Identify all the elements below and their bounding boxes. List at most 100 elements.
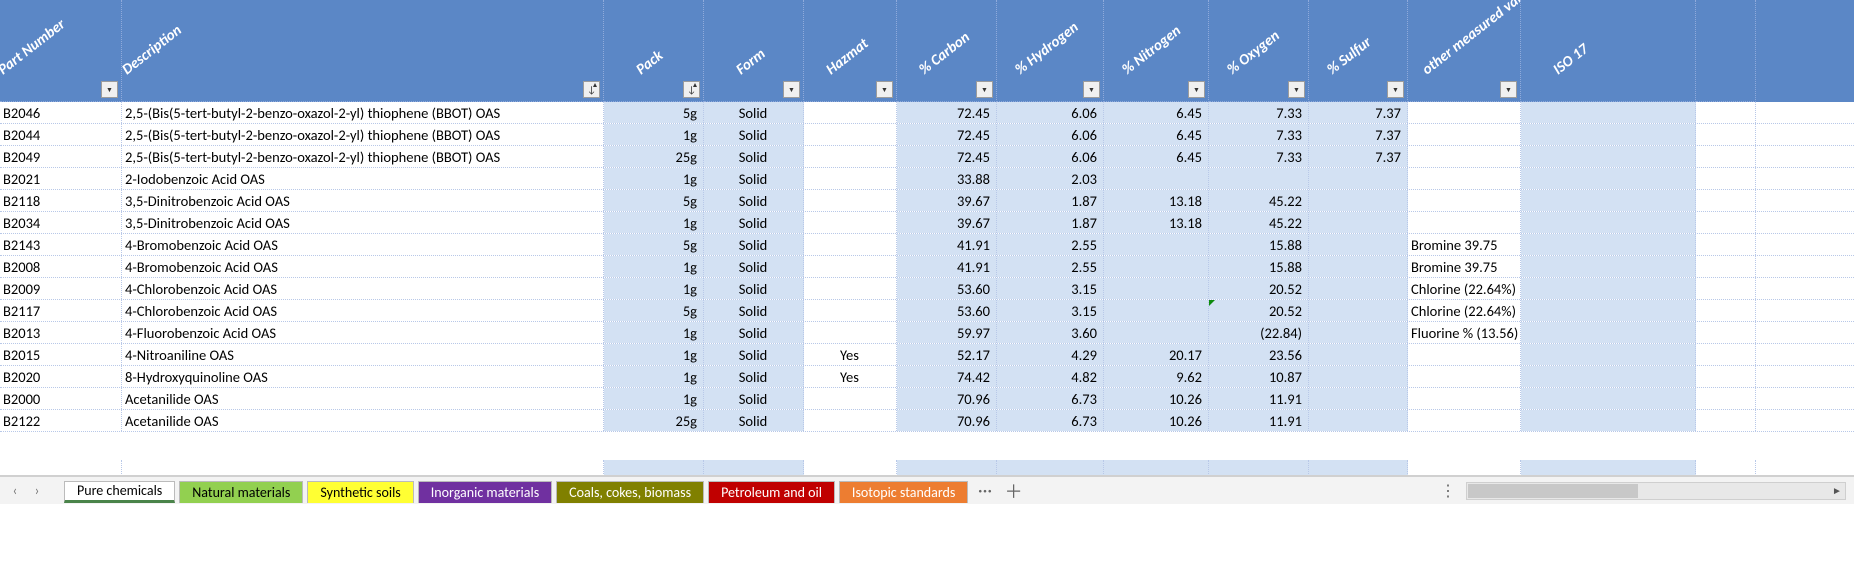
cell-part[interactable]: B2049 bbox=[0, 146, 122, 167]
cell-desc[interactable]: 4-Bromobenzoic Acid OAS bbox=[122, 256, 604, 277]
cell-blank[interactable] bbox=[1521, 388, 1696, 409]
cell-desc[interactable]: 3,5-Dinitrobenzoic Acid OAS bbox=[122, 212, 604, 233]
cell-carbon[interactable]: 70.96 bbox=[897, 388, 997, 409]
cell-hazmat[interactable]: Yes bbox=[804, 366, 897, 387]
cell-other[interactable]: Chlorine (22.64%) bbox=[1408, 300, 1521, 321]
cell-part[interactable]: B2118 bbox=[0, 190, 122, 211]
cell-hazmat[interactable] bbox=[804, 146, 897, 167]
cell-oxygen[interactable]: 7.33 bbox=[1209, 146, 1309, 167]
cell-oxygen[interactable]: 11.91 bbox=[1209, 410, 1309, 431]
cell-blank[interactable] bbox=[1521, 124, 1696, 145]
cell-carbon[interactable]: 39.67 bbox=[897, 212, 997, 233]
table-row[interactable]: B20134-Fluorobenzoic Acid OAS1gSolid59.9… bbox=[0, 322, 1854, 344]
table-row[interactable]: B2000Acetanilide OAS1gSolid70.966.7310.2… bbox=[0, 388, 1854, 410]
cell-part[interactable]: B2015 bbox=[0, 344, 122, 365]
cell-hazmat[interactable]: Yes bbox=[804, 344, 897, 365]
cell-carbon[interactable]: 41.91 bbox=[897, 256, 997, 277]
cell-nitrogen[interactable]: 13.18 bbox=[1104, 212, 1209, 233]
cell-carbon[interactable]: 52.17 bbox=[897, 344, 997, 365]
cell-part[interactable]: B2046 bbox=[0, 102, 122, 123]
sheet-tab[interactable]: Inorganic materials bbox=[418, 481, 552, 503]
cell-desc[interactable]: 4-Fluorobenzoic Acid OAS bbox=[122, 322, 604, 343]
cell-desc[interactable]: 4-Bromobenzoic Acid OAS bbox=[122, 234, 604, 255]
table-row[interactable]: B21174-Chlorobenzoic Acid OAS5gSolid53.6… bbox=[0, 300, 1854, 322]
cell-form[interactable]: Solid bbox=[704, 168, 804, 189]
cell-nitrogen[interactable]: 10.26 bbox=[1104, 410, 1209, 431]
sheet-tab[interactable]: Petroleum and oil bbox=[708, 481, 835, 503]
filter-button[interactable]: ▼ bbox=[1083, 81, 1100, 98]
cell-nitrogen[interactable]: 6.45 bbox=[1104, 102, 1209, 123]
cell-blank[interactable] bbox=[1696, 388, 1756, 409]
cell-sulfur[interactable]: 7.37 bbox=[1309, 124, 1408, 145]
cell-nitrogen[interactable] bbox=[1104, 278, 1209, 299]
cell-nitrogen[interactable]: 10.26 bbox=[1104, 388, 1209, 409]
cell-blank[interactable] bbox=[1696, 124, 1756, 145]
cell-sulfur[interactable] bbox=[1309, 256, 1408, 277]
cell-sulfur[interactable] bbox=[1309, 234, 1408, 255]
cell-oxygen[interactable]: 45.22 bbox=[1209, 190, 1309, 211]
sheet-tab[interactable]: Coals, cokes, biomass bbox=[556, 481, 704, 503]
cell-part[interactable]: B2034 bbox=[0, 212, 122, 233]
cell-blank[interactable] bbox=[1696, 300, 1756, 321]
cell-other[interactable] bbox=[1408, 388, 1521, 409]
cell-blank[interactable] bbox=[1696, 366, 1756, 387]
cell-other[interactable] bbox=[1408, 190, 1521, 211]
cell-desc[interactable]: 2,5-(Bis(5-tert-butyl-2-benzo-oxazol-2-y… bbox=[122, 124, 604, 145]
filter-button[interactable]: ▼ bbox=[101, 81, 118, 98]
scroll-right-button[interactable]: ► bbox=[1829, 483, 1845, 499]
cell-hazmat[interactable] bbox=[804, 410, 897, 431]
cell-oxygen[interactable]: 23.56 bbox=[1209, 344, 1309, 365]
cell-part[interactable]: B2009 bbox=[0, 278, 122, 299]
cell-carbon[interactable]: 72.45 bbox=[897, 124, 997, 145]
cell-blank[interactable] bbox=[1696, 344, 1756, 365]
cell-form[interactable]: Solid bbox=[704, 388, 804, 409]
cell-hazmat[interactable] bbox=[804, 168, 897, 189]
cell-desc[interactable]: Acetanilide OAS bbox=[122, 410, 604, 431]
cell-sulfur[interactable] bbox=[1309, 366, 1408, 387]
filter-button[interactable]: ▼ bbox=[876, 81, 893, 98]
cell-oxygen[interactable]: 20.52 bbox=[1209, 300, 1309, 321]
cell-blank[interactable] bbox=[1696, 146, 1756, 167]
cell-nitrogen[interactable]: 20.17 bbox=[1104, 344, 1209, 365]
cell-hydrogen[interactable]: 3.15 bbox=[997, 278, 1104, 299]
cell-nitrogen[interactable]: 9.62 bbox=[1104, 366, 1209, 387]
cell-hydrogen[interactable]: 6.06 bbox=[997, 146, 1104, 167]
cell-nitrogen[interactable] bbox=[1104, 234, 1209, 255]
cell-blank[interactable] bbox=[1696, 278, 1756, 299]
cell-blank[interactable] bbox=[1696, 234, 1756, 255]
cell-sulfur[interactable] bbox=[1309, 190, 1408, 211]
cell-form[interactable]: Solid bbox=[704, 278, 804, 299]
cell-oxygen[interactable]: 20.52 bbox=[1209, 278, 1309, 299]
cell-part[interactable]: B2117 bbox=[0, 300, 122, 321]
cell-oxygen[interactable]: 10.87 bbox=[1209, 366, 1309, 387]
cell-form[interactable]: Solid bbox=[704, 146, 804, 167]
cell-part[interactable]: B2021 bbox=[0, 168, 122, 189]
cell-hazmat[interactable] bbox=[804, 102, 897, 123]
cell-hazmat[interactable] bbox=[804, 322, 897, 343]
sheet-tab[interactable]: Synthetic soils bbox=[307, 481, 413, 503]
cell-carbon[interactable]: 72.45 bbox=[897, 102, 997, 123]
cell-oxygen[interactable] bbox=[1209, 168, 1309, 189]
cell-carbon[interactable]: 53.60 bbox=[897, 300, 997, 321]
table-row[interactable]: B20094-Chlorobenzoic Acid OAS1gSolid53.6… bbox=[0, 278, 1854, 300]
cell-pack[interactable]: 1g bbox=[604, 344, 704, 365]
table-row[interactable]: B20492,5-(Bis(5-tert-butyl-2-benzo-oxazo… bbox=[0, 146, 1854, 168]
cell-oxygen[interactable]: 45.22 bbox=[1209, 212, 1309, 233]
cell-desc[interactable]: 4-Chlorobenzoic Acid OAS bbox=[122, 278, 604, 299]
cell-hazmat[interactable] bbox=[804, 256, 897, 277]
cell-pack[interactable]: 1g bbox=[604, 366, 704, 387]
cell-oxygen[interactable]: 15.88 bbox=[1209, 234, 1309, 255]
cell-carbon[interactable]: 41.91 bbox=[897, 234, 997, 255]
cell-blank[interactable] bbox=[1696, 168, 1756, 189]
cell-other[interactable] bbox=[1408, 146, 1521, 167]
filter-button[interactable]: ▼ bbox=[1288, 81, 1305, 98]
cell-sulfur[interactable]: 7.37 bbox=[1309, 146, 1408, 167]
cell-blank[interactable] bbox=[1521, 344, 1696, 365]
cell-desc[interactable]: 2-Iodobenzoic Acid OAS bbox=[122, 168, 604, 189]
cell-oxygen[interactable]: 11.91 bbox=[1209, 388, 1309, 409]
cell-sulfur[interactable] bbox=[1309, 278, 1408, 299]
cell-form[interactable]: Solid bbox=[704, 124, 804, 145]
cell-desc[interactable]: 2,5-(Bis(5-tert-butyl-2-benzo-oxazol-2-y… bbox=[122, 146, 604, 167]
tab-nav-prev[interactable]: ‹ bbox=[6, 480, 24, 502]
cell-other[interactable]: Chlorine (22.64%) bbox=[1408, 278, 1521, 299]
